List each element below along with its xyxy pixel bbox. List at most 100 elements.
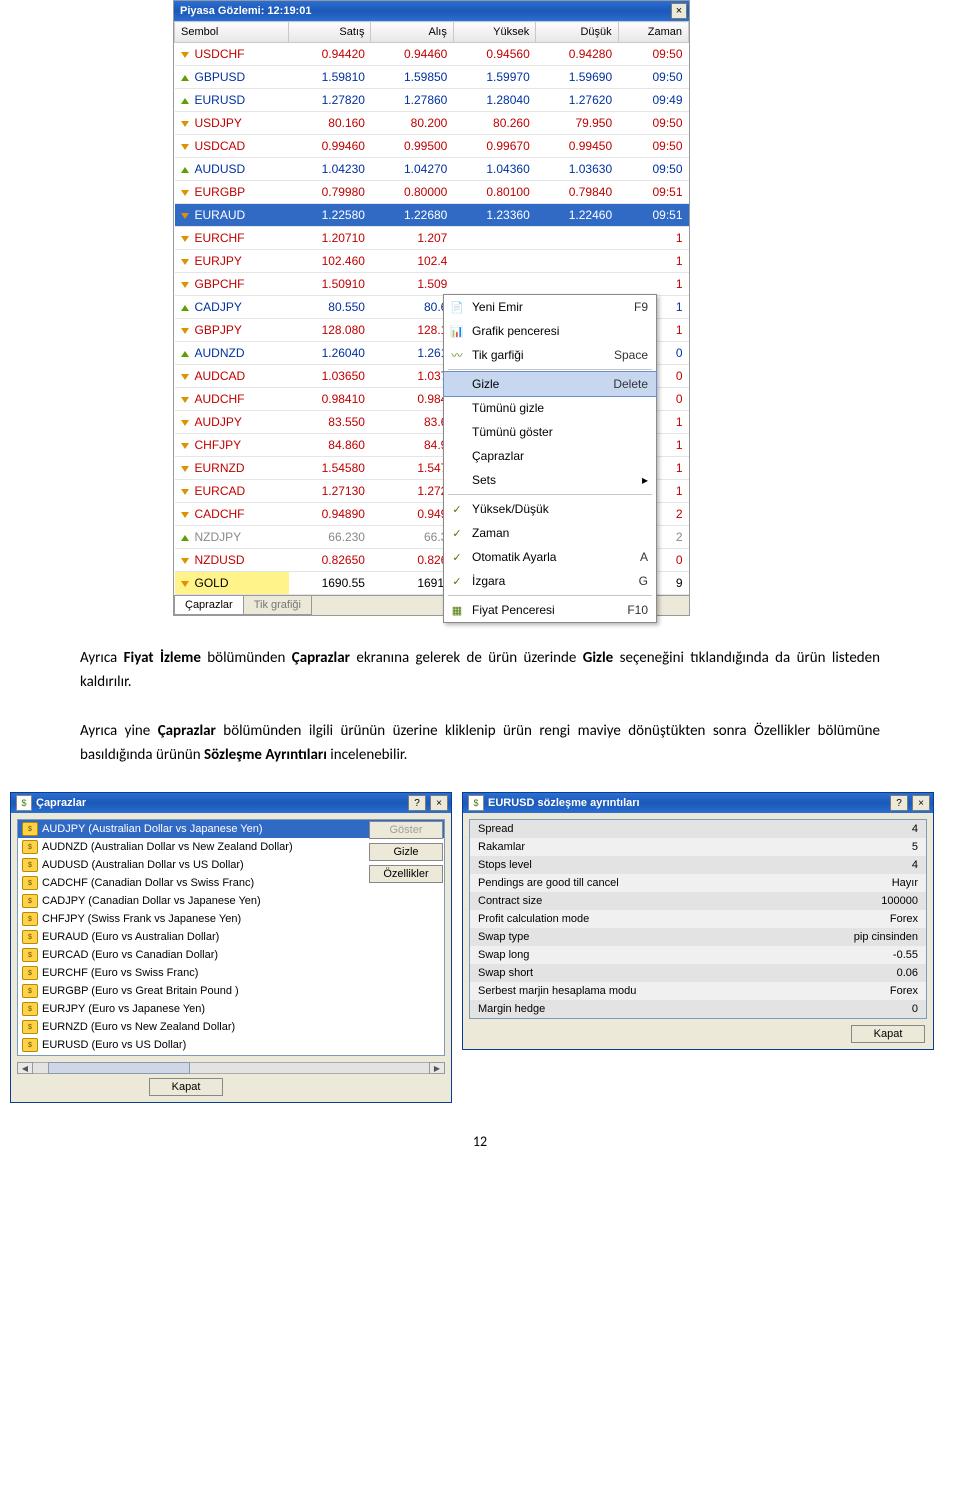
currency-icon: $ bbox=[22, 1002, 38, 1016]
table-row[interactable]: GBPUSD1.598101.598501.599701.5969009:50 bbox=[175, 66, 689, 89]
trend-down-icon bbox=[181, 259, 189, 265]
menu-item[interactable]: ✓Otomatik AyarlaA bbox=[444, 545, 656, 569]
menu-icon: 📄 bbox=[448, 299, 466, 315]
currency-icon: $ bbox=[22, 876, 38, 890]
show-button[interactable]: Göster bbox=[369, 821, 443, 839]
table-row[interactable]: USDJPY80.16080.20080.26079.95009:50 bbox=[175, 112, 689, 135]
menu-item[interactable]: Çaprazlar bbox=[444, 444, 656, 468]
spec-row: Swap short0.06 bbox=[470, 964, 926, 982]
column-header[interactable]: Satış bbox=[289, 22, 371, 43]
spec-row: Serbest marjin hesaplama moduForex bbox=[470, 982, 926, 1000]
table-row[interactable]: EURUSD1.278201.278601.280401.2762009:49 bbox=[175, 89, 689, 112]
close-icon[interactable]: × bbox=[671, 3, 687, 19]
close-button[interactable]: Kapat bbox=[851, 1025, 925, 1043]
menu-item[interactable]: ✓Yüksek/Düşük bbox=[444, 497, 656, 521]
trend-up-icon bbox=[181, 305, 189, 311]
scroll-right-icon[interactable]: ▶ bbox=[429, 1062, 445, 1074]
currency-icon: $ bbox=[22, 858, 38, 872]
menu-item[interactable]: ✓Zaman bbox=[444, 521, 656, 545]
symbols-title-bar[interactable]: $ Çaprazlar ? × bbox=[11, 793, 451, 813]
close-icon[interactable]: × bbox=[430, 795, 448, 811]
list-item[interactable]: $EURJPY (Euro vs Japanese Yen) bbox=[18, 1000, 444, 1018]
list-item[interactable]: $EURNZD (Euro vs New Zealand Dollar) bbox=[18, 1018, 444, 1036]
spec-row: Rakamlar5 bbox=[470, 838, 926, 856]
symbols-dialog: $ Çaprazlar ? × $AUDJPY (Australian Doll… bbox=[10, 792, 452, 1103]
menu-icon: 〰 bbox=[448, 347, 466, 363]
table-row[interactable]: EURJPY102.460102.41 bbox=[175, 250, 689, 273]
menu-item[interactable]: GizleDelete bbox=[443, 371, 657, 397]
menu-item[interactable]: 〰Tik garfiğiSpace bbox=[444, 343, 656, 367]
trend-down-icon bbox=[181, 374, 189, 380]
table-row[interactable]: AUDUSD1.042301.042701.043601.0363009:50 bbox=[175, 158, 689, 181]
menu-icon: ✓ bbox=[448, 501, 466, 517]
list-item[interactable]: $EURCHF (Euro vs Swiss Franc) bbox=[18, 964, 444, 982]
column-header[interactable]: Düşük bbox=[536, 22, 618, 43]
menu-icon: ✓ bbox=[448, 573, 466, 589]
tab-caprazlar[interactable]: Çaprazlar bbox=[174, 596, 244, 615]
list-item[interactable]: $EURAUD (Euro vs Australian Dollar) bbox=[18, 928, 444, 946]
menu-item[interactable]: Tümünü göster bbox=[444, 420, 656, 444]
currency-icon: $ bbox=[22, 966, 38, 980]
table-row[interactable]: EURGBP0.799800.800000.801000.7984009:51 bbox=[175, 181, 689, 204]
menu-icon: ✓ bbox=[448, 549, 466, 565]
trend-down-icon bbox=[181, 282, 189, 288]
tab-tik-grafigi[interactable]: Tik grafiği bbox=[243, 596, 312, 615]
currency-icon: $ bbox=[22, 840, 38, 854]
list-item[interactable]: $CHFJPY (Swiss Frank vs Japanese Yen) bbox=[18, 910, 444, 928]
currency-icon: $ bbox=[22, 984, 38, 998]
close-icon[interactable]: × bbox=[912, 795, 930, 811]
trend-down-icon bbox=[181, 558, 189, 564]
list-item[interactable]: $EURGBP (Euro vs Great Britain Pound ) bbox=[18, 982, 444, 1000]
spec-row: Contract size100000 bbox=[470, 892, 926, 910]
column-header[interactable]: Yüksek bbox=[453, 22, 535, 43]
table-row[interactable]: EURCHF1.207101.2071 bbox=[175, 227, 689, 250]
trend-down-icon bbox=[181, 52, 189, 58]
list-item[interactable]: $CADJPY (Canadian Dollar vs Japanese Yen… bbox=[18, 892, 444, 910]
menu-item[interactable]: Sets▸ bbox=[444, 468, 656, 492]
close-button[interactable]: Kapat bbox=[149, 1078, 223, 1096]
trend-down-icon bbox=[181, 328, 189, 334]
column-header[interactable]: Zaman bbox=[618, 22, 688, 43]
list-item[interactable]: $EURUSD (Euro vs US Dollar) bbox=[18, 1036, 444, 1054]
trend-down-icon bbox=[181, 190, 189, 196]
trend-down-icon bbox=[181, 420, 189, 426]
page-number: 12 bbox=[0, 1133, 960, 1170]
scroll-thumb[interactable] bbox=[48, 1062, 190, 1074]
menu-icon: ✓ bbox=[448, 525, 466, 541]
menu-item[interactable]: Tümünü gizle bbox=[444, 396, 656, 420]
window-title-bar[interactable]: Piyasa Gözlemi: 12:19:01 × bbox=[174, 1, 689, 21]
spec-row: Swap long-0.55 bbox=[470, 946, 926, 964]
trend-up-icon bbox=[181, 535, 189, 541]
menu-item[interactable]: 📄Yeni EmirF9 bbox=[444, 295, 656, 319]
properties-button[interactable]: Özellikler bbox=[369, 865, 443, 883]
currency-icon: $ bbox=[22, 948, 38, 962]
menu-item[interactable]: 📊Grafik penceresi bbox=[444, 319, 656, 343]
menu-item[interactable]: ✓İzgaraG bbox=[444, 569, 656, 593]
trend-down-icon bbox=[181, 397, 189, 403]
context-menu[interactable]: 📄Yeni EmirF9📊Grafik penceresi〰Tik garfiğ… bbox=[443, 294, 657, 623]
spec-title-bar[interactable]: $ EURUSD sözleşme ayrıntıları ? × bbox=[463, 793, 933, 813]
list-item[interactable]: $EURCAD (Euro vs Canadian Dollar) bbox=[18, 946, 444, 964]
table-row[interactable]: USDCAD0.994600.995000.996700.9945009:50 bbox=[175, 135, 689, 158]
currency-icon: $ bbox=[22, 894, 38, 908]
trend-up-icon bbox=[181, 351, 189, 357]
spec-row: Profit calculation modeForex bbox=[470, 910, 926, 928]
scrollbar[interactable]: ◀ ▶ bbox=[17, 1062, 445, 1074]
trend-down-icon bbox=[181, 466, 189, 472]
trend-down-icon bbox=[181, 144, 189, 150]
symbols-title: Çaprazlar bbox=[36, 797, 404, 809]
menu-icon bbox=[448, 448, 466, 464]
scroll-left-icon[interactable]: ◀ bbox=[17, 1062, 33, 1074]
spec-row: Stops level4 bbox=[470, 856, 926, 874]
table-row[interactable]: USDCHF0.944200.944600.945600.9428009:50 bbox=[175, 43, 689, 66]
column-header[interactable]: Sembol bbox=[175, 22, 289, 43]
trend-down-icon bbox=[181, 512, 189, 518]
menu-item[interactable]: ▦Fiyat PenceresiF10 bbox=[444, 598, 656, 622]
app-icon: $ bbox=[16, 795, 32, 811]
help-icon[interactable]: ? bbox=[408, 795, 426, 811]
help-icon[interactable]: ? bbox=[890, 795, 908, 811]
column-header[interactable]: Alış bbox=[371, 22, 453, 43]
table-row[interactable]: EURAUD1.225801.226801.233601.2246009:51 bbox=[175, 204, 689, 227]
table-row[interactable]: GBPCHF1.509101.5091 bbox=[175, 273, 689, 296]
hide-button[interactable]: Gizle bbox=[369, 843, 443, 861]
